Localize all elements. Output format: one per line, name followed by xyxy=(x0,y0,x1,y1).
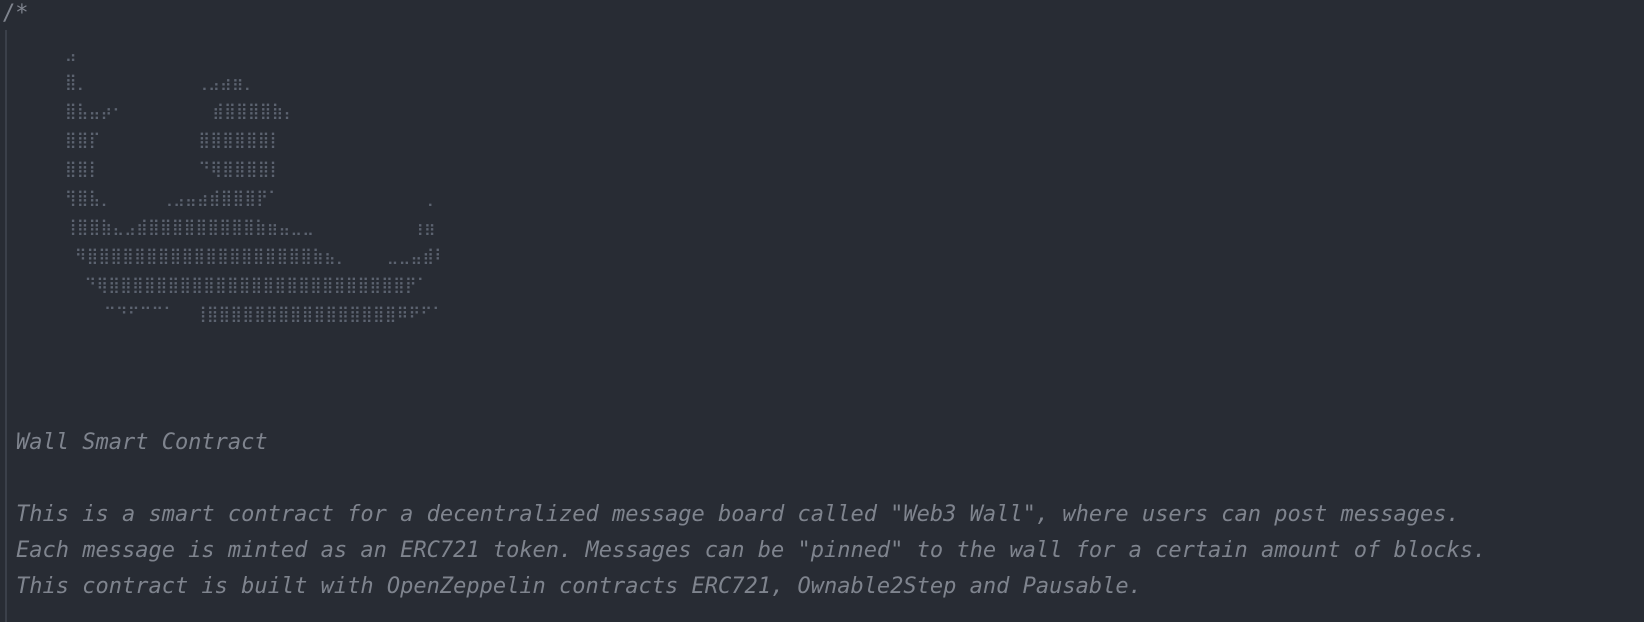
indent-guide xyxy=(5,30,7,622)
ascii-line: ⠙⢿⣿⣿⣿⣿⣿⣿⣿⣿⣿⣿⣿⣿⣿⣿⣿⣿⣿⣿⣿⣿⣿⣿⣿⣿⣿⡟⠁ xyxy=(16,275,429,294)
contract-title: Wall Smart Contract xyxy=(16,430,268,455)
ascii-line: ⢸⣿⣿⣷⣄⣠⣾⣿⣿⣿⣿⣿⣿⣿⣿⣿⣷⣶⣤⣀⣀ ⢰⣶ xyxy=(16,217,436,236)
ascii-line: ⢻⣿⣧⡀ ⢀⣠⣤⣴⣾⣿⣿⣿⡟⠁ ⡀ xyxy=(16,188,439,207)
ascii-line: ⣿⡀ ⢀⣠⣴⣶⡀ xyxy=(16,72,256,91)
ascii-line: ⣿⣿⡏ ⣿⣿⣿⣿⣿⣿⡇ xyxy=(16,130,282,149)
description-line-1: This is a smart contract for a decentral… xyxy=(16,502,1460,527)
description-line-3: This contract is built with OpenZeppelin… xyxy=(16,574,1142,599)
ascii-line: ⣠ xyxy=(16,43,77,62)
ascii-line: ⠉⠙⠋⠉⠉⠁ ⢸⣿⣿⣿⣿⣿⣿⣿⣿⣿⣿⣿⣿⣿⣿⣿⣿⠿⠟⠋⠁ xyxy=(16,304,445,323)
comment-open-token: /* xyxy=(2,1,29,26)
code-editor[interactable]: /* ⣠ ⣿⡀ ⢀⣠⣴⣶⡀ ⣿⣧⣤⡴⠂ ⣾⣿⣿⣿⣿⣷⡄ ⣿⣿⡏ ⣿⣿⣿⣿⣿⣿⡇ … xyxy=(0,0,1644,622)
description-line-2: Each message is minted as an ERC721 toke… xyxy=(16,538,1487,563)
ascii-line: ⣿⣧⣤⡴⠂ ⣾⣿⣿⣿⣿⣷⡄ xyxy=(16,101,296,120)
ascii-line: ⣿⣿⡇ ⠙⢿⣿⣿⣿⣿⡇ xyxy=(16,159,282,178)
ascii-art-logo: ⣠ ⣿⡀ ⢀⣠⣴⣶⡀ ⣿⣧⣤⡴⠂ ⣾⣿⣿⣿⣿⣷⡄ ⣿⣿⡏ ⣿⣿⣿⣿⣿⣿⡇ ⣿⣿⡇… xyxy=(16,38,446,328)
ascii-line: ⠻⣿⣿⣿⣿⣿⣿⣿⣿⣿⣿⣿⣿⣿⣿⣿⣿⣿⣿⣿⣷⣦⡀ ⣀⣀⣤⣾⠇ xyxy=(16,246,447,265)
